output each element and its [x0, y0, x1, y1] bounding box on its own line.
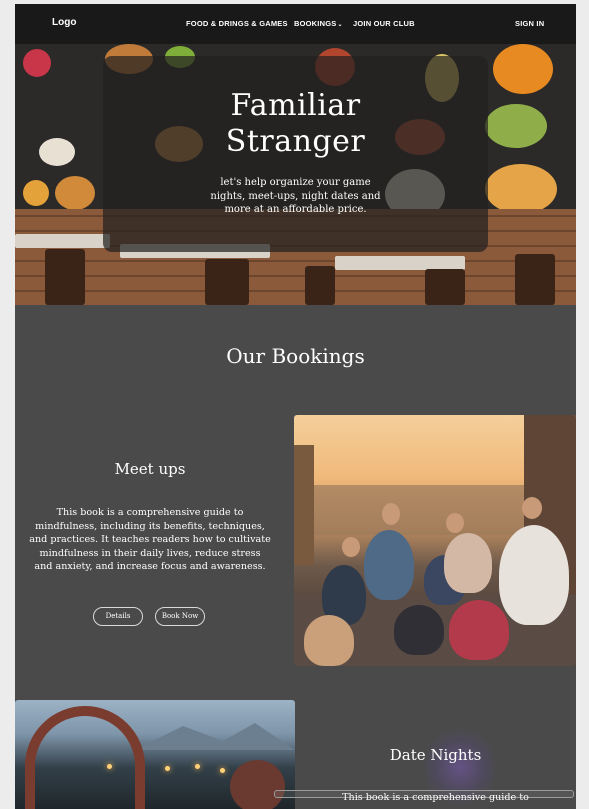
page: Familiar Stranger let's help organize yo… — [15, 4, 576, 809]
date-nights-description: This book is a comprehensive guide to — [342, 792, 529, 803]
person — [444, 533, 492, 593]
meetups-description: This book is a comprehensive guide to mi… — [29, 507, 271, 573]
mountain-silhouette — [135, 723, 295, 750]
food-illustration — [485, 164, 557, 214]
book-now-button[interactable]: Book Now — [155, 607, 205, 626]
person — [394, 605, 444, 655]
restaurant-chair — [425, 269, 465, 305]
person-head — [522, 497, 542, 519]
person — [364, 530, 414, 600]
details-button[interactable]: Details — [93, 607, 143, 626]
hero-banner: Familiar Stranger let's help organize yo… — [15, 4, 576, 305]
date-nights-photo — [15, 700, 295, 809]
restaurant-table — [335, 256, 465, 270]
nav-link-bookings-label: BOOKINGS — [294, 19, 337, 28]
logo[interactable]: Logo — [52, 17, 76, 28]
top-nav: Logo FOOD & DRINGS & GAMES BOOKINGS⌄ JOI… — [15, 4, 576, 44]
flower-arch — [25, 706, 145, 809]
string-light — [195, 764, 200, 769]
string-light — [165, 766, 170, 771]
hero-tagline: let's help organize your game nights, me… — [210, 177, 381, 215]
restaurant-table — [15, 234, 110, 248]
restaurant-chair — [205, 259, 249, 305]
restaurant-chair — [305, 266, 335, 305]
bookings-heading: Our Bookings — [226, 344, 365, 368]
flower-bush — [230, 760, 285, 809]
food-illustration — [55, 176, 95, 210]
person-head — [446, 513, 464, 533]
hero-title-line2: Stranger — [225, 124, 366, 159]
sign-in-link[interactable]: SIGN IN — [515, 19, 544, 28]
food-illustration — [23, 49, 51, 77]
food-illustration — [485, 104, 547, 148]
date-nights-title: Date Nights — [389, 746, 482, 764]
restaurant-chair — [515, 254, 555, 305]
hero-title: Familiar Stranger — [103, 88, 488, 160]
string-light — [220, 768, 225, 773]
nav-link-join-club[interactable]: JOIN OUR CLUB — [353, 19, 415, 28]
nav-link-food-drinks-games[interactable]: FOOD & DRINGS & GAMES — [186, 19, 288, 28]
string-light — [107, 764, 112, 769]
food-illustration — [23, 180, 49, 206]
person — [499, 525, 569, 625]
meetups-photo — [294, 415, 576, 666]
hero-title-line1: Familiar — [230, 88, 361, 123]
person — [449, 600, 509, 660]
chevron-down-icon: ⌄ — [337, 22, 343, 28]
person-head — [382, 503, 400, 525]
restaurant-chair — [45, 249, 85, 305]
person — [304, 615, 354, 666]
nav-link-bookings[interactable]: BOOKINGS⌄ — [294, 19, 343, 28]
food-illustration — [493, 44, 553, 94]
meetups-title: Meet ups — [114, 460, 186, 478]
food-illustration — [39, 138, 75, 166]
person-head — [342, 537, 360, 557]
building-silhouette — [294, 445, 314, 565]
city-skyline — [314, 485, 524, 535]
